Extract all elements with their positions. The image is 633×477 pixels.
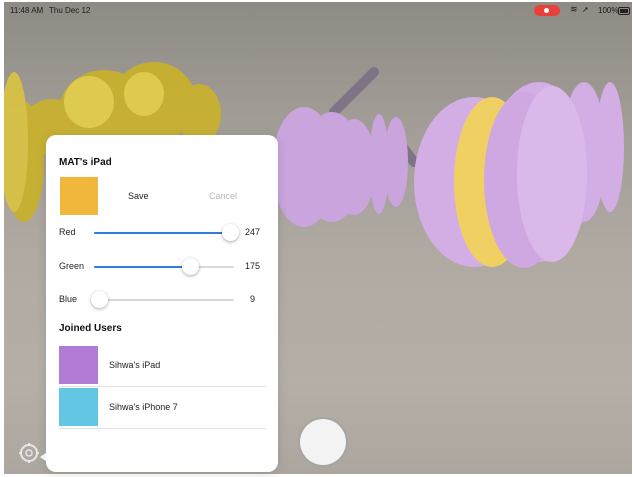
green-value: 175 [245, 261, 261, 271]
current-color-swatch [60, 177, 98, 215]
joined-users-title: Joined Users [59, 323, 122, 334]
blue-label: Blue [59, 294, 78, 304]
divider [59, 386, 266, 387]
blue-slider-row: Blue 9 [46, 290, 278, 310]
red-slider-fill [94, 232, 230, 234]
gear-icon[interactable] [18, 442, 40, 464]
blue-slider[interactable] [90, 291, 234, 308]
status-date: Thu Dec 12 [49, 6, 91, 15]
red-value: 247 [245, 227, 261, 237]
status-time: 11:48 AM [10, 6, 44, 15]
green-slider-thumb[interactable] [182, 258, 200, 275]
color-settings-popover: MAT's iPad Save Cancel Red 247 Green 175… [46, 135, 278, 472]
device-name: MAT's iPad [59, 157, 112, 168]
user-color-swatch [59, 346, 98, 384]
green-slider-fill [94, 266, 191, 268]
red-slider-thumb[interactable] [221, 224, 239, 241]
blue-value: 9 [250, 294, 256, 304]
blue-slider-thumb[interactable] [90, 291, 108, 308]
battery-icon [618, 7, 630, 15]
status-bar: 11:48 AM Thu Dec 12 ≋ ➚ 100% [4, 2, 632, 20]
red-slider[interactable] [94, 224, 239, 241]
list-item[interactable]: Sihwa's iPad [59, 346, 266, 387]
green-slider[interactable] [94, 258, 234, 275]
divider [59, 428, 266, 429]
battery-percent: 100% [598, 6, 619, 15]
red-label: Red [59, 227, 76, 237]
green-slider-row: Green 175 [46, 257, 278, 277]
record-icon [534, 5, 560, 16]
user-color-swatch [59, 388, 98, 426]
green-label: Green [59, 261, 85, 271]
list-item[interactable]: Sihwa's iPhone 7 [59, 388, 266, 429]
location-icon: ➚ [582, 5, 589, 14]
cancel-button[interactable]: Cancel [209, 191, 237, 201]
wifi-icon: ≋ [570, 4, 578, 14]
save-button[interactable]: Save [128, 191, 149, 201]
user-name: Sihwa's iPad [109, 360, 161, 370]
red-slider-row: Red 247 [46, 223, 278, 243]
user-name: Sihwa's iPhone 7 [109, 402, 178, 412]
shutter-button[interactable] [300, 419, 346, 465]
